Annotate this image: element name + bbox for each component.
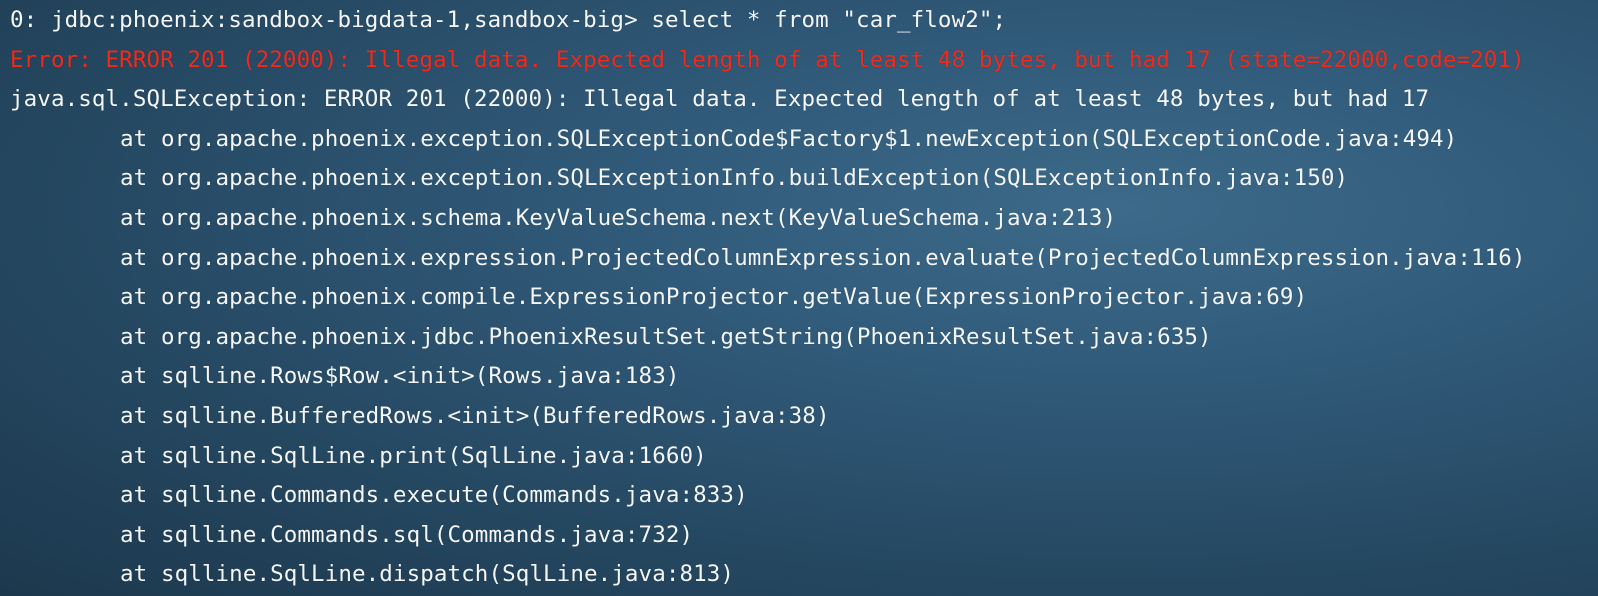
stack-trace-line: at org.apache.phoenix.jdbc.PhoenixResult… bbox=[120, 323, 1212, 350]
stack-trace-line: at sqlline.Commands.execute(Commands.jav… bbox=[120, 482, 748, 509]
exception-line: java.sql.SQLException: ERROR 201 (22000)… bbox=[10, 86, 1430, 113]
stack-trace-line: at sqlline.SqlLine.print(SqlLine.java:16… bbox=[120, 442, 707, 469]
stack-trace-line: at org.apache.phoenix.expression.Project… bbox=[120, 244, 1526, 271]
stack-trace-line: at sqlline.SqlLine.dispatch(SqlLine.java… bbox=[120, 561, 735, 588]
stack-trace-line: at org.apache.phoenix.schema.KeyValueSch… bbox=[120, 204, 1117, 231]
stack-trace-line: at org.apache.phoenix.compile.Expression… bbox=[120, 284, 1308, 311]
stack-trace-line: at sqlline.Rows$Row.<init>(Rows.java:183… bbox=[120, 363, 680, 390]
error-message-line: Error: ERROR 201 (22000): Illegal data. … bbox=[10, 46, 1525, 73]
stack-trace-line: at org.apache.phoenix.exception.SQLExcep… bbox=[120, 165, 1349, 192]
stack-trace-line: at sqlline.Commands.sql(Commands.java:73… bbox=[120, 521, 694, 548]
stack-trace-line: at sqlline.BufferedRows.<init>(BufferedR… bbox=[120, 402, 830, 429]
terminal-output[interactable]: 0: jdbc:phoenix:sandbox-bigdata-1,sandbo… bbox=[0, 0, 1598, 596]
stack-trace-line: at org.apache.phoenix.exception.SQLExcep… bbox=[120, 125, 1458, 152]
command-prompt-line: 0: jdbc:phoenix:sandbox-bigdata-1,sandbo… bbox=[10, 7, 1007, 33]
